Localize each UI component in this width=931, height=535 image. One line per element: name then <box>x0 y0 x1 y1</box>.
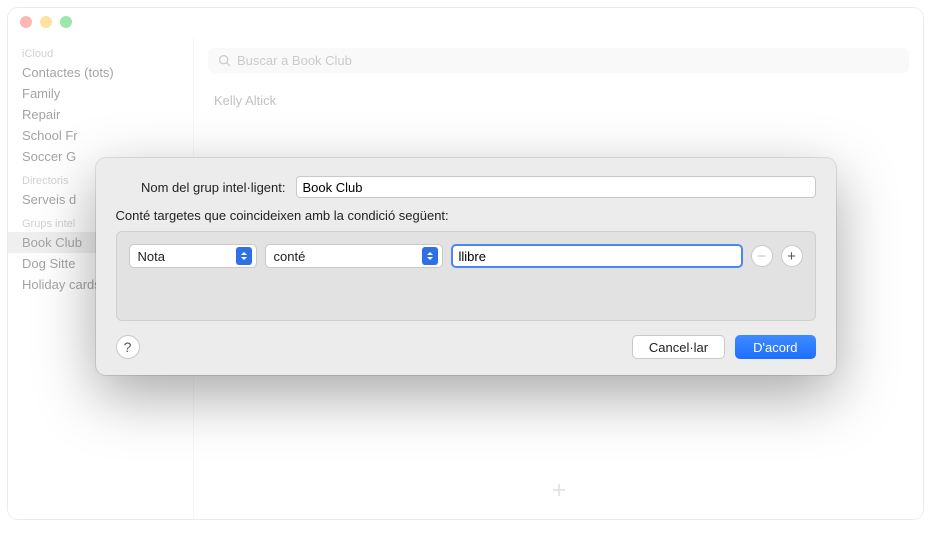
name-label: Nom del grup intel·ligent: <box>116 180 296 195</box>
ok-button[interactable]: D'acord <box>735 335 815 359</box>
field-select[interactable]: Nota <box>129 244 257 268</box>
operator-select[interactable]: conté <box>265 244 443 268</box>
condition-value-input[interactable] <box>451 244 743 268</box>
smart-group-dialog: Nom del grup intel·ligent: Conté targete… <box>96 158 836 375</box>
condition-description: Conté targetes que coincideixen amb la c… <box>116 208 816 223</box>
chevron-updown-icon <box>422 247 438 265</box>
plus-icon: + <box>787 248 796 265</box>
remove-condition-button[interactable]: − <box>751 245 773 267</box>
contacts-window: iCloud Contactes (tots) Family Repair Sc… <box>8 8 923 519</box>
add-condition-button[interactable]: + <box>781 245 803 267</box>
smart-group-name-input[interactable] <box>296 176 816 198</box>
cancel-button-label: Cancel·lar <box>649 340 708 355</box>
field-select-value: Nota <box>138 249 230 264</box>
chevron-updown-icon <box>236 247 252 265</box>
help-icon: ? <box>124 339 132 355</box>
minus-icon: − <box>757 248 766 265</box>
operator-select-value: conté <box>274 249 416 264</box>
ok-button-label: D'acord <box>753 340 797 355</box>
cancel-button[interactable]: Cancel·lar <box>632 335 725 359</box>
help-button[interactable]: ? <box>116 335 140 359</box>
conditions-container: Nota conté − + <box>116 231 816 321</box>
modal-overlay: Nom del grup intel·ligent: Conté targete… <box>8 8 923 519</box>
condition-row: Nota conté − + <box>129 244 803 268</box>
